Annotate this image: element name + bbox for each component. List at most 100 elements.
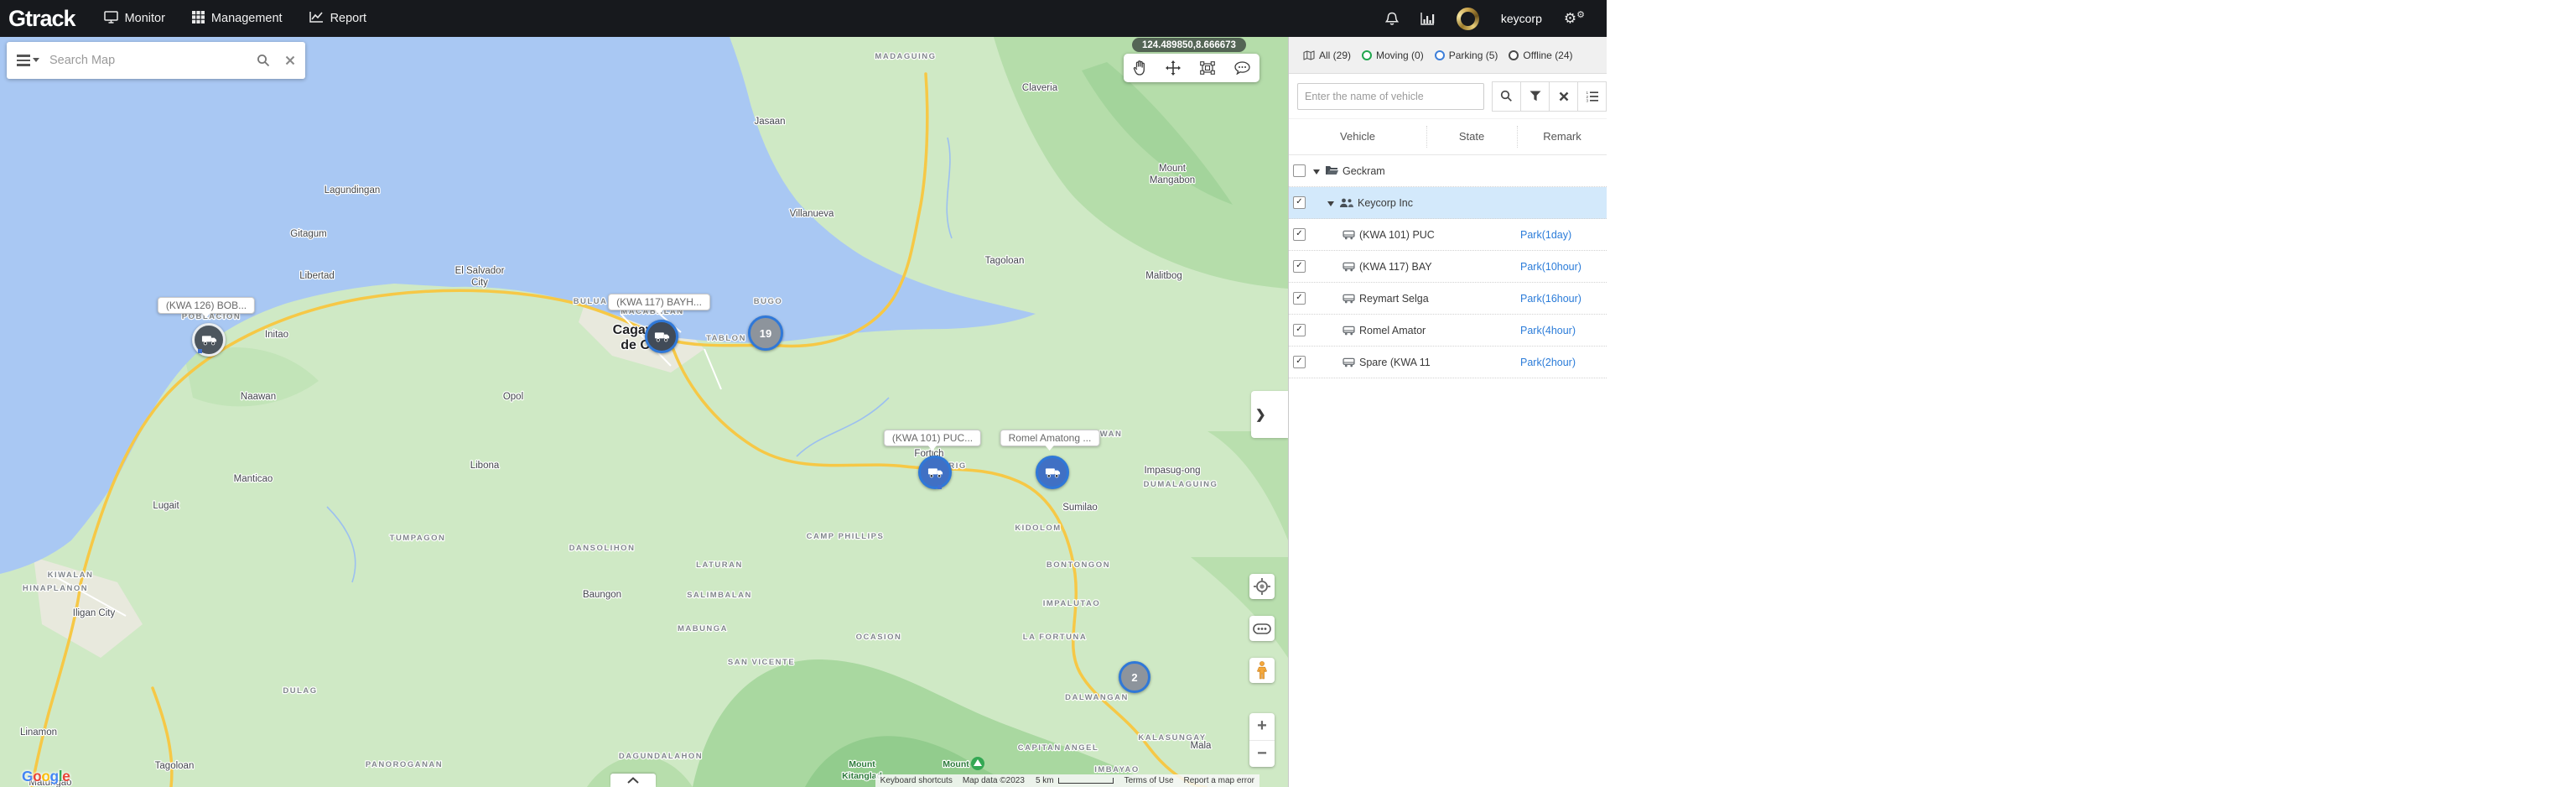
vehicle-label-bubble[interactable]: (KWA 117) BAYH... <box>608 294 710 315</box>
nav-management[interactable]: Management <box>191 10 283 27</box>
marquee-icon[interactable] <box>1200 61 1215 75</box>
map-icon <box>1303 50 1315 60</box>
vehicle-marker[interactable] <box>192 323 226 357</box>
zoom-out-button[interactable]: − <box>1249 739 1275 768</box>
truck-icon <box>1343 262 1355 272</box>
vehicle-row[interactable]: ✓ Reymart Selga Park(16hour) <box>1289 283 1607 315</box>
group-row[interactable]: ✓ Keycorp Inc <box>1289 187 1607 219</box>
stats-icon[interactable] <box>1420 12 1435 25</box>
group-row[interactable]: Geckram <box>1289 155 1607 187</box>
map-place-label: PANOROGANAN <box>366 760 443 769</box>
vehicle-search-row: 123 <box>1289 74 1607 119</box>
tree-expand-caret[interactable] <box>1327 201 1334 206</box>
report-map-error-link[interactable]: Report a map error <box>1178 774 1259 787</box>
vehicle-row[interactable]: ✓ Romel Amator Park(4hour) <box>1289 315 1607 347</box>
terrain-right-mid <box>1208 431 1288 540</box>
row-checkbox[interactable]: ✓ <box>1293 292 1306 305</box>
row-remark-link[interactable]: Park(2hour) <box>1520 357 1576 368</box>
map-place-label: CAMP PHILLIPS <box>807 532 885 541</box>
vehicle-search-input[interactable] <box>1297 82 1484 110</box>
map-place-label: DAGUNDALAHON <box>619 752 703 761</box>
map-place-label: Claveria <box>1022 83 1058 93</box>
map-place-label: BONTONGON <box>1046 560 1110 570</box>
vehicle-marker[interactable] <box>645 320 678 353</box>
row-remark-link[interactable]: Park(10hour) <box>1520 261 1581 273</box>
map-place-label: DULAG <box>283 686 317 696</box>
row-checkbox[interactable]: ✓ <box>1293 260 1306 273</box>
map-search-clear-icon[interactable] <box>285 55 295 65</box>
locate-button[interactable] <box>1249 574 1275 599</box>
direction-dot <box>198 349 202 353</box>
google-logo[interactable]: Google <box>22 768 70 785</box>
keyboard-shortcuts-link[interactable]: Keyboard shortcuts <box>875 774 958 787</box>
row-checkbox[interactable]: ✓ <box>1293 356 1306 368</box>
column-remark[interactable]: Remark <box>1543 130 1581 143</box>
row-remark-link[interactable]: Park(1day) <box>1520 229 1571 241</box>
vehicle-marker[interactable] <box>918 456 952 489</box>
cogs-icon[interactable]: ⚙⚙ <box>1564 10 1585 27</box>
filter-parking[interactable]: Parking (5) <box>1434 50 1498 61</box>
panel-collapse-handle[interactable]: ❯ <box>1251 391 1288 438</box>
row-remark-link[interactable]: Park(16hour) <box>1520 293 1581 305</box>
clear-button[interactable] <box>1550 81 1578 112</box>
chevron-up-icon <box>627 777 639 784</box>
nav-report[interactable]: Report <box>309 11 366 26</box>
list-order-button[interactable]: 123 <box>1578 81 1607 112</box>
vehicle-row[interactable]: ✓ (KWA 101) PUC Park(1day) <box>1289 219 1607 251</box>
column-vehicle[interactable]: Vehicle <box>1340 130 1375 143</box>
map-place-label: DANSOLIHON <box>569 544 636 553</box>
map-place-label: Naawan <box>241 392 276 402</box>
bell-icon[interactable] <box>1384 12 1399 26</box>
map-place-label: LATURAN <box>696 560 743 570</box>
filter-moving[interactable]: Moving (0) <box>1362 50 1424 61</box>
app-logo[interactable]: Gtrack <box>8 6 76 32</box>
hand-icon[interactable] <box>1133 60 1146 76</box>
map-menu-icon[interactable] <box>17 55 39 66</box>
vehicle-row[interactable]: ✓ Spare (KWA 11 Park(2hour) <box>1289 347 1607 378</box>
pegman-button[interactable] <box>1249 658 1275 683</box>
filter-moving-label: Moving (0) <box>1376 49 1424 61</box>
row-checkbox[interactable]: ✓ <box>1293 228 1306 241</box>
bottom-panel-expander[interactable] <box>610 774 656 787</box>
map-scale-bar: 5 km <box>1029 774 1119 787</box>
map-place-label: Linamon <box>20 727 57 737</box>
grid-icon <box>191 10 205 27</box>
filter-all[interactable]: All (29) <box>1303 50 1351 61</box>
map-base-layer: MADAGUINGBULUAMACABALANBUGOTABLONPOBLACI… <box>0 37 1288 787</box>
zoom-control: + − <box>1249 713 1275 767</box>
zoom-in-button[interactable]: + <box>1249 713 1275 740</box>
column-state[interactable]: State <box>1459 130 1484 143</box>
map-search-icon[interactable] <box>257 54 270 67</box>
row-checkbox[interactable]: ✓ <box>1293 324 1306 336</box>
vehicle-label-bubble[interactable]: (KWA 101) PUC... <box>883 430 982 451</box>
message-icon[interactable] <box>1233 61 1250 75</box>
map-search-input[interactable] <box>48 53 248 68</box>
terms-of-use-link[interactable]: Terms of Use <box>1119 774 1179 787</box>
map-place-label: Lugait <box>153 501 179 511</box>
map-canvas[interactable]: MADAGUING BULUA MACABALAN BUGO TABLON POBLACI… <box>0 37 1288 787</box>
map-place-label: DALWANGAN <box>1065 693 1129 702</box>
map-attribution-bar: Keyboard shortcuts Map data ©2023 5 km T… <box>875 774 1259 787</box>
row-checkbox[interactable] <box>1293 164 1306 177</box>
row-checkbox[interactable]: ✓ <box>1293 196 1306 209</box>
search-button[interactable] <box>1492 81 1521 112</box>
measure-button[interactable] <box>1249 616 1275 641</box>
move-icon[interactable] <box>1166 60 1182 76</box>
map-place-label: KIWALAN <box>48 571 94 580</box>
vehicle-cluster-badge[interactable]: 2 <box>1119 661 1150 693</box>
vehicle-cluster-badge[interactable]: 19 <box>748 315 783 351</box>
nav-monitor-label: Monitor <box>124 12 165 25</box>
filter-offline[interactable]: Offline (24) <box>1509 50 1573 61</box>
vehicle-label-bubble[interactable]: Romel Amatong ... <box>1000 430 1100 451</box>
row-name: Reymart Selga <box>1359 292 1429 305</box>
vehicle-row[interactable]: ✓ (KWA 117) BAY Park(10hour) <box>1289 251 1607 283</box>
vehicle-marker[interactable] <box>1036 456 1069 489</box>
username[interactable]: keycorp <box>1501 12 1542 25</box>
vehicle-label-bubble[interactable]: (KWA 126) BOB... <box>157 297 256 318</box>
filter-button[interactable] <box>1521 81 1550 112</box>
map-place-label: Manticao <box>234 474 273 484</box>
nav-monitor[interactable]: Monitor <box>103 10 165 27</box>
avatar[interactable] <box>1456 7 1479 30</box>
row-remark-link[interactable]: Park(4hour) <box>1520 325 1576 336</box>
tree-expand-caret[interactable] <box>1313 169 1320 175</box>
